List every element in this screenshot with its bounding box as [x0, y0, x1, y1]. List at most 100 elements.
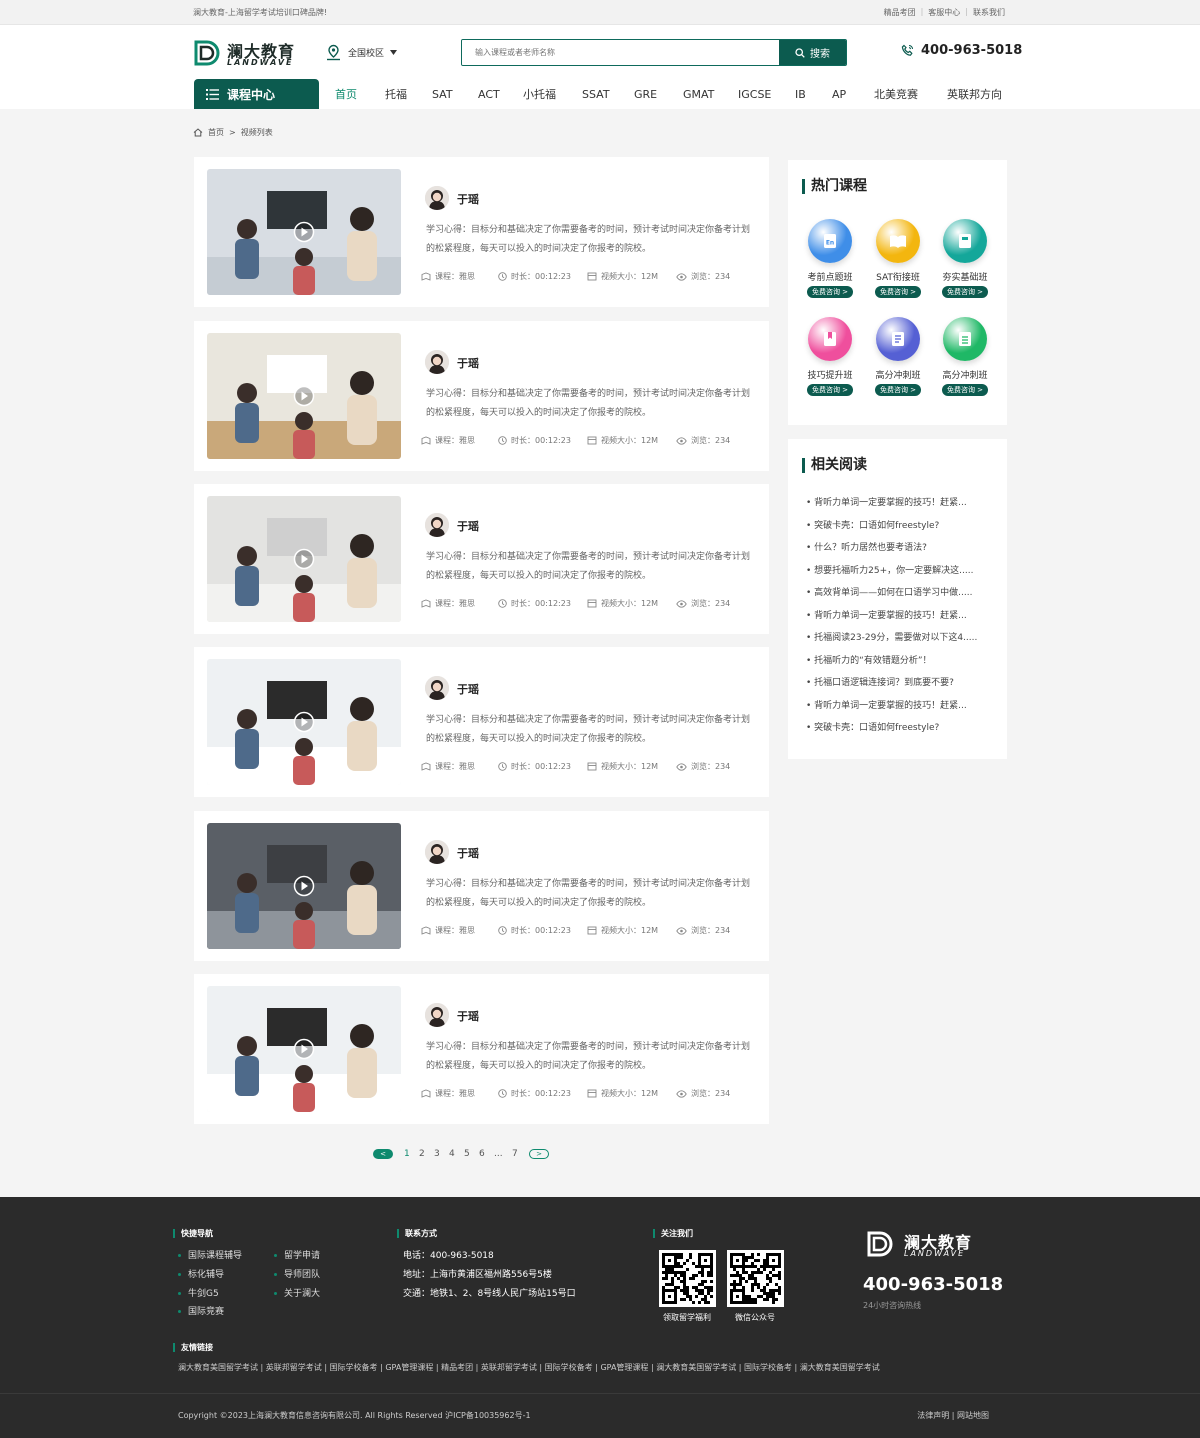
video-card[interactable]: 于瑶 学习心得：目标分和基础决定了你需要备考的时间，预计考试时间决定你备考计划的… — [194, 647, 769, 797]
nav-item-sat[interactable]: SAT — [432, 88, 453, 101]
nav-item-igcse[interactable]: IGCSE — [738, 88, 771, 101]
related-article-title: 背听力单词一定要掌握的技巧！赶紧... — [814, 700, 967, 711]
footer-link[interactable]: 国际竞赛 — [178, 1304, 224, 1317]
hot-course-item[interactable]: 技巧提升班 免费咨询 > — [800, 317, 860, 396]
video-card[interactable]: 于瑶 学习心得：目标分和基础决定了你需要备考的时间，预计考试时间决定你备考计划的… — [194, 974, 769, 1124]
video-card[interactable]: 于瑶 学习心得：目标分和基础决定了你需要备考的时间，预计考试时间决定你备考计划的… — [194, 811, 769, 961]
next-page-button[interactable]: > — [529, 1149, 549, 1159]
teacher-name[interactable]: 于瑶 — [457, 518, 479, 534]
page-2[interactable]: 2 — [419, 1149, 425, 1159]
video-card[interactable]: 于瑶 学习心得：目标分和基础决定了你需要备考的时间，预计考试时间决定你备考计划的… — [194, 157, 769, 307]
related-article-link[interactable]: • 托福口语逻辑连接词？到底要不要? — [806, 675, 996, 688]
footer-link[interactable]: 国际课程辅导 — [178, 1248, 242, 1261]
nav-item-na-competition[interactable]: 北美竞赛 — [874, 86, 918, 102]
teacher-name[interactable]: 于瑶 — [457, 1008, 479, 1024]
footer-contact-phone: 电话：400-963-5018 — [403, 1251, 494, 1261]
top-link-tours[interactable]: 精品考团 — [884, 7, 916, 18]
related-article-link[interactable]: • 托福阅读23-29分，需要做对以下这4..... — [806, 630, 996, 643]
free-consult-button[interactable]: 免费咨询 > — [941, 384, 989, 396]
nav-item-toefl[interactable]: 托福 — [385, 86, 407, 102]
footer-link[interactable]: 留学申请 — [274, 1248, 320, 1261]
related-article-link[interactable]: • 高效背单词——如何在口语学习中做..... — [806, 585, 996, 598]
free-consult-button[interactable]: 免费咨询 > — [874, 384, 922, 396]
breadcrumb-home[interactable]: 首页 — [208, 127, 224, 138]
nav-item-home[interactable]: 首页 — [335, 86, 357, 102]
free-consult-button[interactable]: 免费咨询 > — [806, 384, 854, 396]
related-article-link[interactable]: • 背听力单词一定要掌握的技巧！赶紧... — [806, 698, 996, 711]
meta-duration-text: 时长：00:12:23 — [511, 1089, 571, 1098]
meta-course-text: 课程：雅思 — [435, 1089, 475, 1098]
nav-item-ap[interactable]: AP — [832, 88, 846, 101]
related-article-link[interactable]: • 背听力单词一定要掌握的技巧！赶紧... — [806, 495, 996, 508]
teacher-name[interactable]: 于瑶 — [457, 355, 479, 371]
related-article-link[interactable]: • 背听力单词一定要掌握的技巧！赶紧... — [806, 608, 996, 621]
video-thumbnail[interactable] — [207, 823, 401, 949]
related-article-link[interactable]: • 想要托福听力25+，你一定要解决这..... — [806, 563, 996, 576]
video-thumbnail[interactable] — [207, 659, 401, 785]
teacher-name[interactable]: 于瑶 — [457, 845, 479, 861]
video-thumbnail[interactable] — [207, 333, 401, 459]
phone-icon — [901, 44, 913, 56]
home-icon — [193, 128, 203, 137]
video-thumbnail[interactable] — [207, 169, 401, 295]
site-logo[interactable]: 澜大教育 LANDWAVE — [193, 39, 303, 71]
hot-course-label: 高分冲刺班 — [942, 371, 988, 381]
hot-courses-title: 热门课程 — [802, 179, 867, 194]
related-article-link[interactable]: • 突破卡壳：口语如何freestyle? — [806, 720, 996, 733]
play-icon[interactable] — [293, 711, 315, 733]
hot-course-item[interactable]: 夯实基础班 免费咨询 > — [935, 219, 995, 298]
teacher-name[interactable]: 于瑶 — [457, 681, 479, 697]
page-1[interactable]: 1 — [404, 1149, 410, 1159]
video-card[interactable]: 于瑶 学习心得：目标分和基础决定了你需要备考的时间，预计考试时间决定你备考计划的… — [194, 321, 769, 471]
nav-item-gre[interactable]: GRE — [634, 88, 657, 101]
bullet: • — [806, 543, 815, 553]
page-6[interactable]: 6 — [479, 1149, 485, 1159]
hot-course-item[interactable]: 高分冲刺班 免费咨询 > — [868, 317, 928, 396]
clock-icon — [498, 926, 507, 935]
free-consult-button[interactable]: 免费咨询 > — [874, 286, 922, 298]
legal-links[interactable]: 法律声明 | 网站地图 — [917, 1410, 989, 1421]
course-center-button[interactable]: 课程中心 — [194, 79, 319, 109]
eye-icon — [676, 436, 687, 445]
nav-item-ssat[interactable]: SSAT — [582, 88, 610, 101]
play-icon[interactable] — [293, 875, 315, 897]
video-thumbnail[interactable] — [207, 986, 401, 1112]
course-icon — [421, 272, 431, 281]
nav-item-act[interactable]: ACT — [478, 88, 500, 101]
campus-selector[interactable]: 全国校区 — [325, 44, 398, 61]
top-link-service[interactable]: 客服中心 — [928, 7, 960, 18]
play-icon[interactable] — [293, 1038, 315, 1060]
footer-link[interactable]: 牛剑G5 — [178, 1286, 219, 1299]
footer-link[interactable]: 标化辅导 — [178, 1267, 224, 1280]
related-article-link[interactable]: • 什么？听力居然也要考语法? — [806, 540, 996, 553]
page-5[interactable]: 5 — [464, 1149, 470, 1159]
related-article-link[interactable]: • 突破卡壳：口语如何freestyle? — [806, 518, 996, 531]
nav-item-gmat[interactable]: GMAT — [683, 88, 714, 101]
page-7[interactable]: 7 — [512, 1149, 518, 1159]
nav-item-commonwealth[interactable]: 英联邦方向 — [947, 86, 1002, 102]
video-thumbnail[interactable] — [207, 496, 401, 622]
footer-link[interactable]: 关于澜大 — [274, 1286, 320, 1299]
video-card[interactable]: 于瑶 学习心得：目标分和基础决定了你需要备考的时间，预计考试时间决定你备考计划的… — [194, 484, 769, 634]
free-consult-button[interactable]: 免费咨询 > — [941, 286, 989, 298]
free-consult-button[interactable]: 免费咨询 > — [806, 286, 854, 298]
nav-item-ib[interactable]: IB — [795, 88, 806, 101]
top-link-contact[interactable]: 联系我们 — [973, 7, 1005, 18]
hot-course-item[interactable]: 高分冲刺班 免费咨询 > — [935, 317, 995, 396]
footer-link[interactable]: 导师团队 — [274, 1267, 320, 1280]
prev-page-button[interactable]: < — [373, 1149, 393, 1159]
page-3[interactable]: 3 — [434, 1149, 440, 1159]
teacher-name[interactable]: 于瑶 — [457, 191, 479, 207]
caret-down-icon — [390, 50, 398, 55]
play-icon[interactable] — [293, 385, 315, 407]
nav-item-junior-toefl[interactable]: 小托福 — [523, 86, 556, 102]
hot-course-item[interactable]: En 考前点题班 免费咨询 > — [800, 219, 860, 298]
play-icon[interactable] — [293, 221, 315, 243]
hot-course-item[interactable]: SAT衔接班 免费咨询 > — [868, 219, 928, 298]
search-input[interactable] — [462, 40, 780, 65]
page-4[interactable]: 4 — [449, 1149, 455, 1159]
play-icon[interactable] — [293, 548, 315, 570]
friend-links[interactable]: 澜大教育美国留学考试 | 英联邦留学考试 | 国际学校备考 | GPA管理课程 … — [178, 1362, 880, 1373]
related-article-link[interactable]: • 托福听力的“有效错题分析”！ — [806, 653, 996, 666]
search-button[interactable]: 搜索 — [779, 40, 846, 65]
